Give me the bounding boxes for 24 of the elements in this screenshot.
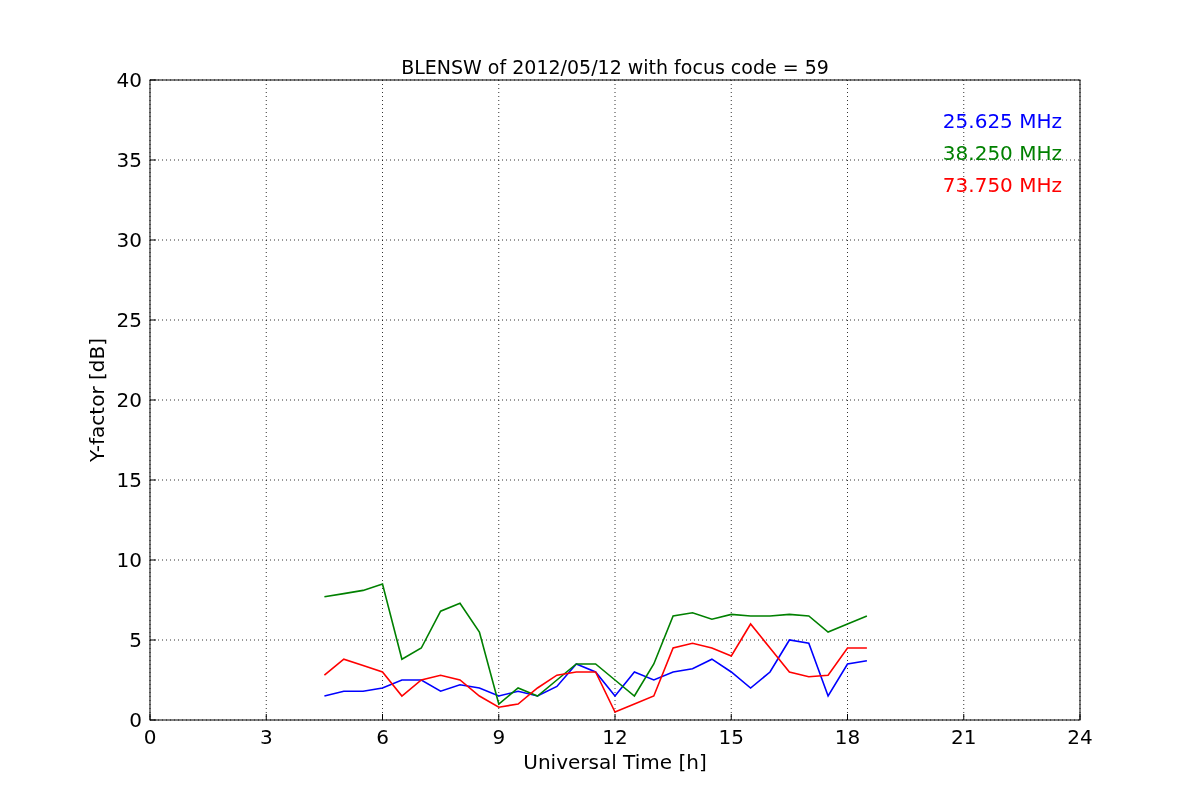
x-tick-label: 21 [951, 725, 977, 749]
y-tick-label: 5 [129, 628, 142, 652]
y-tick-label: 40 [116, 68, 142, 92]
x-tick-label: 0 [143, 725, 157, 749]
x-tick-label: 3 [259, 725, 273, 749]
y-tick-label: 30 [116, 228, 142, 252]
x-tick-label: 6 [376, 725, 389, 749]
y-axis-label: Y-factor [dB] [85, 338, 109, 462]
y-tick-label: 10 [116, 548, 142, 572]
y-tick-label: 0 [129, 708, 142, 732]
chart-title: BLENSW of 2012/05/12 with focus code = 59 [401, 56, 829, 78]
y-tick-label: 15 [116, 468, 142, 492]
x-tick-label: 18 [834, 725, 861, 749]
legend-label: 73.750 MHz [942, 173, 1062, 197]
x-tick-label: 15 [718, 725, 744, 749]
y-tick-label: 20 [116, 388, 142, 412]
y-tick-label: 25 [116, 308, 142, 332]
x-tick-label: 24 [1067, 725, 1093, 749]
y-tick-label: 35 [116, 148, 142, 172]
legend-label: 38.250 MHz [942, 141, 1062, 165]
x-tick-label: 12 [602, 725, 628, 749]
x-tick-label: 9 [492, 725, 506, 749]
x-axis-label: Universal Time [h] [523, 750, 707, 774]
legend-label: 25.625 MHz [942, 109, 1062, 133]
